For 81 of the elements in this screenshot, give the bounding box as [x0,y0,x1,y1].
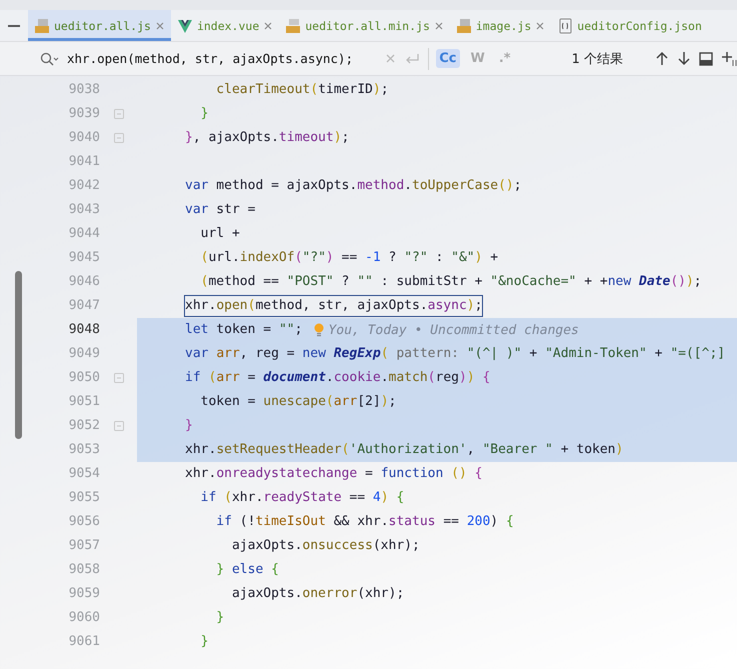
close-icon[interactable] [434,20,444,30]
down-arrow-icon[interactable] [677,51,691,66]
code-line: var arr, reg = new RegExp( pattern: "(^| )" + "Admin-Token" + "=([^;] [185,345,726,363]
close-icon[interactable] [535,20,546,30]
close-icon[interactable] [263,20,274,30]
code-line: if (xhr.readyState == 4) { [200,489,404,507]
search-field[interactable]: xhr.open(method, str, ajaxOpts.async); [67,51,377,66]
code-line: } [200,105,208,123]
editor-tab[interactable]: ueditor.all.min.js [279,10,450,41]
code-line: clearTimeout(timerID); [215,81,389,99]
search-option-toggle[interactable]: Cc [436,49,460,68]
line-number: 9041 [68,153,100,171]
line-number: 9039 [68,105,100,123]
json-file-icon [557,18,574,34]
line-number: 9057 [68,537,100,555]
code-line: } [185,417,193,435]
code-line: xhr.setRequestHeader('Authorization', "Bearer " + token) [185,441,624,459]
search-option-toggle[interactable]: .* [496,49,514,68]
close-icon[interactable] [154,20,165,30]
code-line: } [200,633,208,651]
line-number: 9038 [68,81,100,99]
line-number: 9058 [68,561,100,579]
code-line: var method = ajaxOpts.method.toUpperCase(); [185,177,522,195]
new-line-icon[interactable] [404,52,420,65]
line-number: 9050 [68,369,100,387]
fold-marker-icon[interactable] [114,109,124,119]
code-line: if (!timeIsOut && xhr.status == 200) { [215,513,514,531]
line-number: 9052 [68,417,100,435]
line-number: 9048 [68,321,100,339]
minus-icon [8,24,20,26]
line-number: 9045 [68,249,100,267]
code-line: let token = ""; [185,321,302,339]
code-line: } else { [215,561,279,579]
fold-marker-icon[interactable] [114,133,124,143]
code-line: }, ajaxOpts.timeout); [185,129,350,147]
up-arrow-icon[interactable] [655,51,669,66]
scrollbar-thumb[interactable] [15,271,22,439]
line-number: 9061 [68,633,100,651]
code-line: if (arr = document.cookie.match(reg)) { [185,369,490,387]
editor-tab[interactable]: index.vue [170,10,280,41]
code-line: xhr.onreadystatechange = function () { [185,465,482,483]
line-number: 9051 [68,393,100,411]
line-number: 9044 [68,225,100,243]
line-number: 9042 [68,177,100,195]
minified-js-file-icon [285,18,302,34]
search-option-toggle[interactable]: W [468,49,488,68]
js-file-icon [456,18,472,34]
code-line: } [215,609,224,627]
line-number: 9046 [68,273,100,291]
code-line: ajaxOpts.onerror(xhr); [230,585,404,603]
line-number: 9043 [68,201,100,219]
line-number: 9040 [68,129,100,147]
vue-logo-icon [176,18,193,34]
editor-tab[interactable]: image.js [450,10,552,41]
line-number: 9054 [68,465,100,483]
code-line: token = unescape(arr[2]); [200,393,396,411]
line-number: 9060 [68,609,100,627]
inline-blame-hint: You, Today • Uncommitted changes [328,322,579,338]
line-number: 9047 [68,297,100,315]
line-number: 9055 [68,489,100,507]
editor-tab[interactable]: ueditorConfig.json [551,10,708,41]
search-result-count: 1 个结果 [572,50,623,68]
clear-icon[interactable] [385,53,396,64]
code-line: ajaxOpts.onsuccess(xhr); [230,537,420,555]
window-icon[interactable] [699,52,713,66]
fold-marker-icon[interactable] [114,421,124,431]
search-match-code-line: xhr.open(method, str, ajaxOpts.async); [185,296,482,316]
line-number: 9053 [68,441,100,459]
lightbulb-icon[interactable] [314,323,324,337]
line-number: 9049 [68,345,100,363]
fold-marker-icon[interactable] [114,373,124,383]
code-line: (method == "POST" ? "" : submitStr + "&noCache=" + +new Date()); [200,273,702,291]
add-occurrence-icon[interactable] [721,50,737,66]
line-number: 9059 [68,585,100,603]
code-line: (url.indexOf("?") == -1 ? "?" : "&") + [200,249,498,267]
code-line: var str = [185,201,256,219]
line-number: 9056 [68,513,100,531]
code-line: url + [200,225,240,243]
js-file-icon [34,18,50,34]
editor-tab[interactable]: ueditor.all.js [28,10,171,41]
search-icon[interactable] [40,52,59,66]
